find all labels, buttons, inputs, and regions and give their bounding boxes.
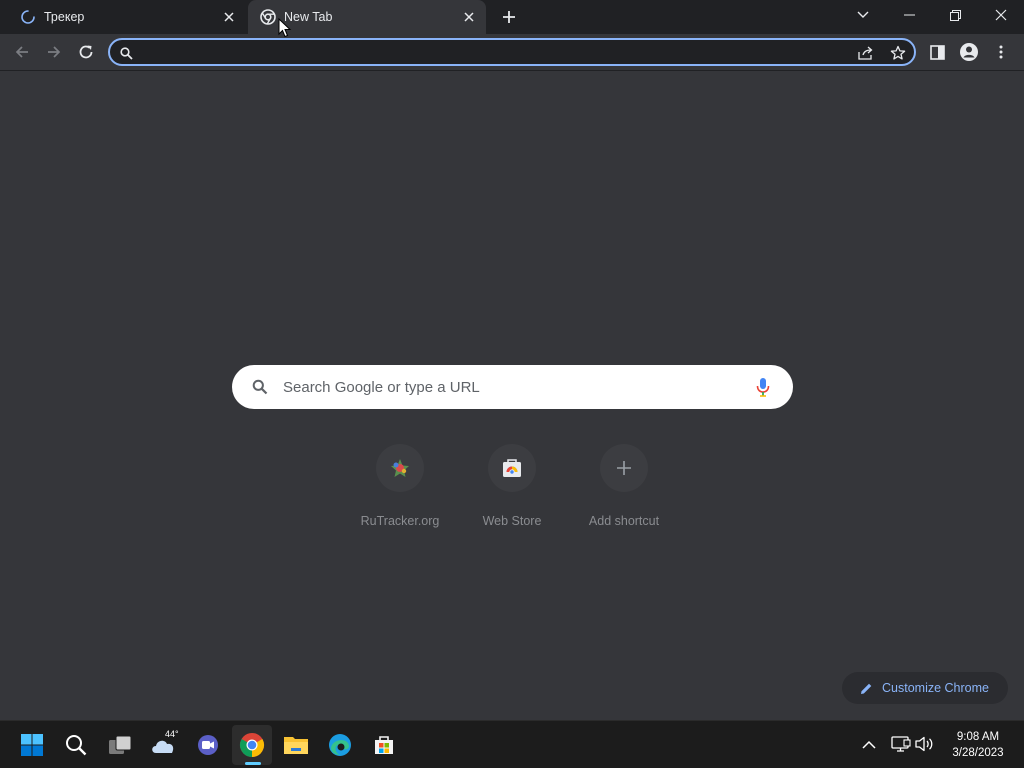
teams-chat-icon[interactable] [188, 725, 228, 765]
shortcut-label: RuTracker.org [360, 514, 440, 528]
share-icon[interactable] [856, 43, 876, 63]
mouse-cursor-icon [278, 18, 292, 38]
edge-icon[interactable] [320, 725, 360, 765]
task-view-icon[interactable] [100, 725, 140, 765]
clock-date: 3/28/2023 [952, 747, 1004, 759]
network-icon[interactable] [890, 733, 912, 755]
web-store-icon [488, 444, 536, 492]
close-tab-icon[interactable] [460, 8, 478, 26]
windows-taskbar: 44° 9:08 AM 3/28/2023 [0, 720, 1024, 768]
tab-search-button[interactable] [840, 0, 886, 30]
active-app-indicator [245, 762, 261, 765]
search-icon [250, 377, 270, 397]
volume-icon[interactable] [914, 733, 936, 755]
shortcut-rutracker[interactable]: RuTracker.org [344, 440, 456, 530]
plus-icon [600, 444, 648, 492]
search-icon[interactable] [56, 725, 96, 765]
tab-strip: Трекер New Tab [0, 0, 1024, 34]
shortcut-label: Add shortcut [588, 514, 660, 528]
minimize-button[interactable] [886, 0, 932, 30]
close-tab-icon[interactable] [220, 8, 238, 26]
reload-button[interactable] [71, 37, 101, 67]
tab-title: Трекер [44, 10, 85, 24]
forward-button[interactable] [39, 37, 69, 67]
chevron-up-icon[interactable] [858, 733, 880, 755]
loading-spinner-icon [20, 9, 36, 25]
system-clock[interactable]: 9:08 AM 3/28/2023 [940, 729, 1016, 761]
menu-kebab-icon[interactable] [986, 37, 1016, 67]
customize-chrome-button[interactable]: Customize Chrome [842, 672, 1008, 704]
back-button[interactable] [7, 37, 37, 67]
shortcut-web-store[interactable]: Web Store [456, 440, 568, 530]
new-tab-page: RuTracker.org Web Store Add shortcut Cus… [0, 72, 1024, 720]
new-tab-button[interactable] [498, 6, 520, 28]
search-icon [116, 43, 136, 63]
weather-temperature: 44° [165, 729, 179, 739]
profile-button[interactable] [954, 37, 984, 67]
side-panel-button[interactable] [922, 37, 952, 67]
rutracker-favicon-icon [376, 444, 424, 492]
clock-time: 9:08 AM [956, 731, 1000, 743]
bookmark-star-icon[interactable] [888, 43, 908, 63]
microphone-icon[interactable] [752, 376, 774, 398]
chrome-icon[interactable] [232, 725, 272, 765]
tab-title: New Tab [284, 10, 333, 24]
google-search-box[interactable] [232, 365, 793, 409]
add-shortcut-button[interactable]: Add shortcut [568, 440, 680, 530]
chrome-icon [260, 9, 276, 25]
address-input[interactable] [140, 43, 840, 61]
address-bar[interactable] [108, 38, 916, 66]
microsoft-store-icon[interactable] [364, 725, 404, 765]
file-explorer-icon[interactable] [276, 725, 316, 765]
shortcut-label: Web Store [482, 514, 542, 528]
restore-button[interactable] [932, 0, 978, 30]
toolbar [0, 34, 1024, 71]
customize-chrome-label: Customize Chrome [882, 681, 989, 695]
windows-start-icon[interactable] [12, 725, 52, 765]
search-input[interactable] [283, 376, 743, 398]
close-window-button[interactable] [978, 0, 1024, 30]
pencil-icon [858, 680, 874, 696]
tab-tracker[interactable]: Трекер [8, 0, 246, 34]
